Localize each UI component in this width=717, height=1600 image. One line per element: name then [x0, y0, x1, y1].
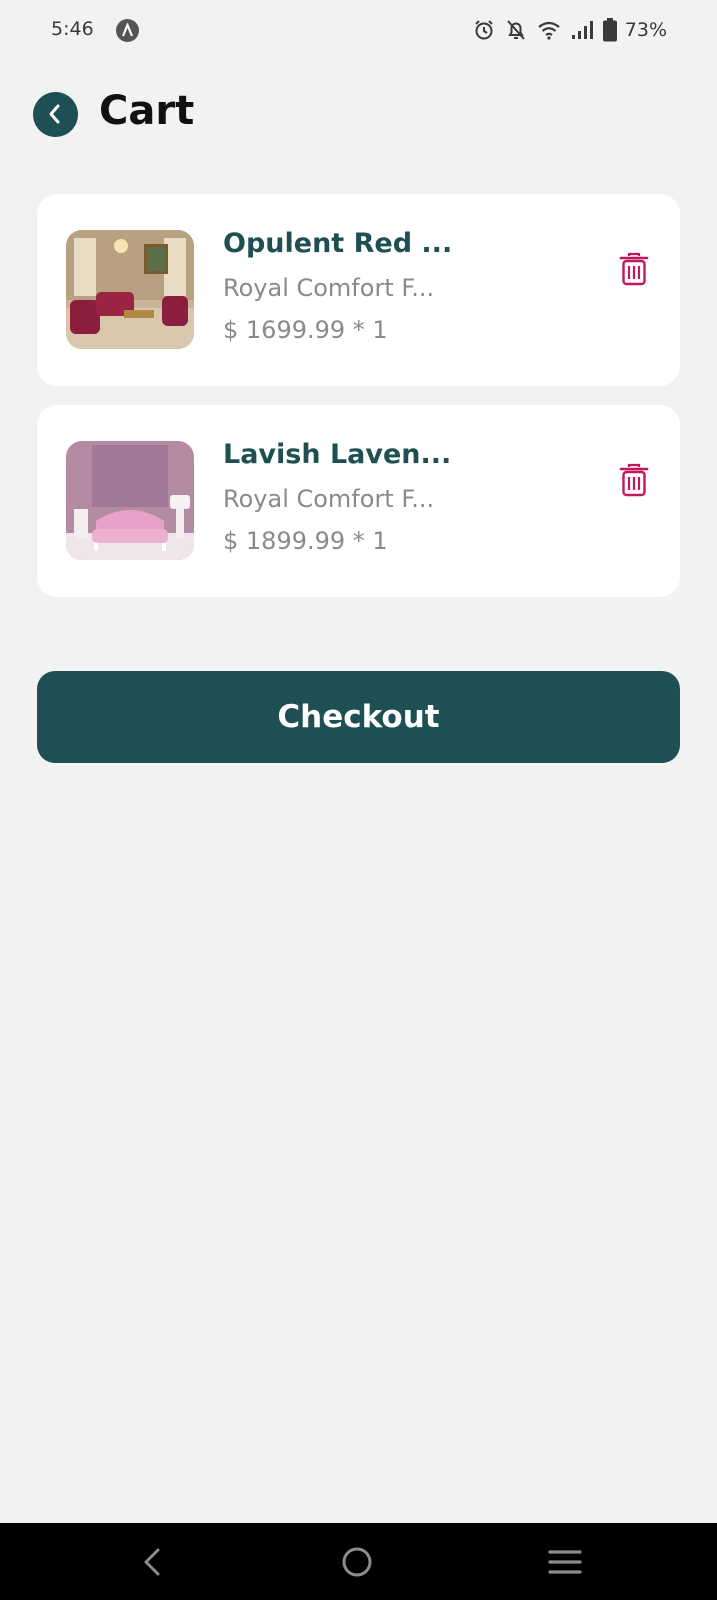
- nav-home-button[interactable]: [338, 1523, 378, 1600]
- item-name[interactable]: Opulent Red ...: [223, 228, 452, 259]
- chevron-left-icon: [49, 104, 60, 124]
- status-icons: 73%: [473, 16, 667, 44]
- app-a-icon: [116, 19, 139, 42]
- product-image: [66, 230, 194, 349]
- item-name[interactable]: Lavish Laven...: [223, 439, 451, 470]
- cart-item[interactable]: Opulent Red ... Royal Comfort F... $ 169…: [37, 194, 680, 386]
- status-bar: 5:46 73%: [0, 0, 717, 60]
- item-price: $ 1699.99 * 1: [223, 316, 388, 344]
- item-price: $ 1899.99 * 1: [223, 527, 388, 555]
- nav-recents-button[interactable]: [544, 1523, 584, 1600]
- nav-recents-icon: [548, 1550, 582, 1574]
- nav-back-icon: [144, 1548, 160, 1576]
- battery-percent: 73%: [624, 19, 667, 41]
- checkout-button[interactable]: Checkout: [37, 671, 680, 763]
- battery-icon: [602, 18, 617, 42]
- delete-button[interactable]: [619, 252, 651, 288]
- signal-icon: [571, 21, 593, 39]
- delete-button[interactable]: [619, 463, 651, 499]
- product-image: [66, 441, 194, 560]
- system-nav-bar: [0, 1523, 717, 1600]
- nav-back-button[interactable]: [134, 1523, 174, 1600]
- nav-home-icon: [342, 1547, 372, 1577]
- alarm-icon: [475, 20, 493, 40]
- page-title: Cart: [99, 88, 195, 134]
- trash-icon: [619, 252, 649, 286]
- cart-item[interactable]: Lavish Laven... Royal Comfort F... $ 189…: [37, 405, 680, 597]
- trash-icon: [619, 463, 649, 497]
- item-store: Royal Comfort F...: [223, 485, 435, 513]
- item-store: Royal Comfort F...: [223, 274, 435, 302]
- wifi-icon: [538, 21, 560, 40]
- status-time: 5:46: [51, 18, 94, 40]
- back-button[interactable]: [33, 92, 78, 137]
- mute-icon: [507, 20, 525, 40]
